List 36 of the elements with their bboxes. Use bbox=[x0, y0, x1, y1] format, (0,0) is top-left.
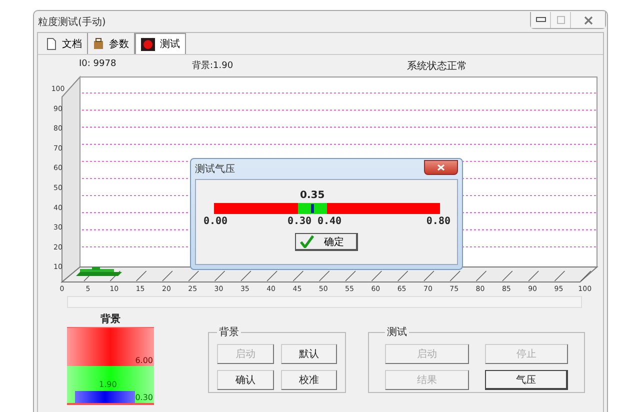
scale-label: 0.00 bbox=[204, 216, 228, 227]
meter-bar bbox=[75, 391, 135, 403]
tab[interactable]: 文档 bbox=[41, 33, 88, 54]
ok-button[interactable]: 确定 bbox=[295, 233, 358, 251]
group-title: 测试 bbox=[386, 326, 408, 339]
toolbox-icon bbox=[93, 38, 104, 50]
document-icon bbox=[46, 38, 57, 50]
meter-lower-value: 0.30 bbox=[135, 393, 153, 402]
close-button[interactable] bbox=[424, 160, 458, 174]
scale-label: 0.80 bbox=[426, 216, 450, 227]
action-button[interactable]: 默认 bbox=[280, 344, 337, 364]
scale-label: 0.30 bbox=[288, 216, 312, 227]
close-icon bbox=[437, 164, 445, 170]
meter-upper-value: 6.00 bbox=[135, 356, 153, 365]
data-bars-drawing bbox=[76, 267, 122, 276]
minimize-icon bbox=[536, 17, 546, 23]
meter-title: 背景 bbox=[100, 312, 120, 326]
gauge-reading: 0.35 bbox=[300, 190, 325, 201]
action-button[interactable]: 校准 bbox=[280, 370, 337, 390]
minimize-button[interactable] bbox=[531, 12, 551, 28]
maximize-icon bbox=[556, 16, 564, 24]
window-title: 粒度测试(手动) bbox=[38, 16, 106, 28]
status-text: 系统状态正常 bbox=[407, 60, 467, 73]
record-icon bbox=[141, 38, 155, 50]
close-icon bbox=[584, 16, 592, 24]
dialog-title: 测试气压 bbox=[195, 162, 235, 176]
checkmark-icon bbox=[300, 235, 314, 248]
group-title: 背景 bbox=[218, 326, 240, 339]
tab[interactable]: 测试 bbox=[135, 33, 186, 54]
action-button[interactable]: 气压 bbox=[484, 370, 568, 390]
scale-label: 0.40 bbox=[318, 216, 342, 227]
action-button[interactable]: 确认 bbox=[217, 370, 274, 390]
meter-value: 1.90 bbox=[99, 380, 117, 389]
background-reading: 背景:1.90 bbox=[192, 60, 234, 72]
close-button[interactable] bbox=[571, 12, 605, 28]
io-reading: I0: 9978 bbox=[79, 59, 116, 69]
